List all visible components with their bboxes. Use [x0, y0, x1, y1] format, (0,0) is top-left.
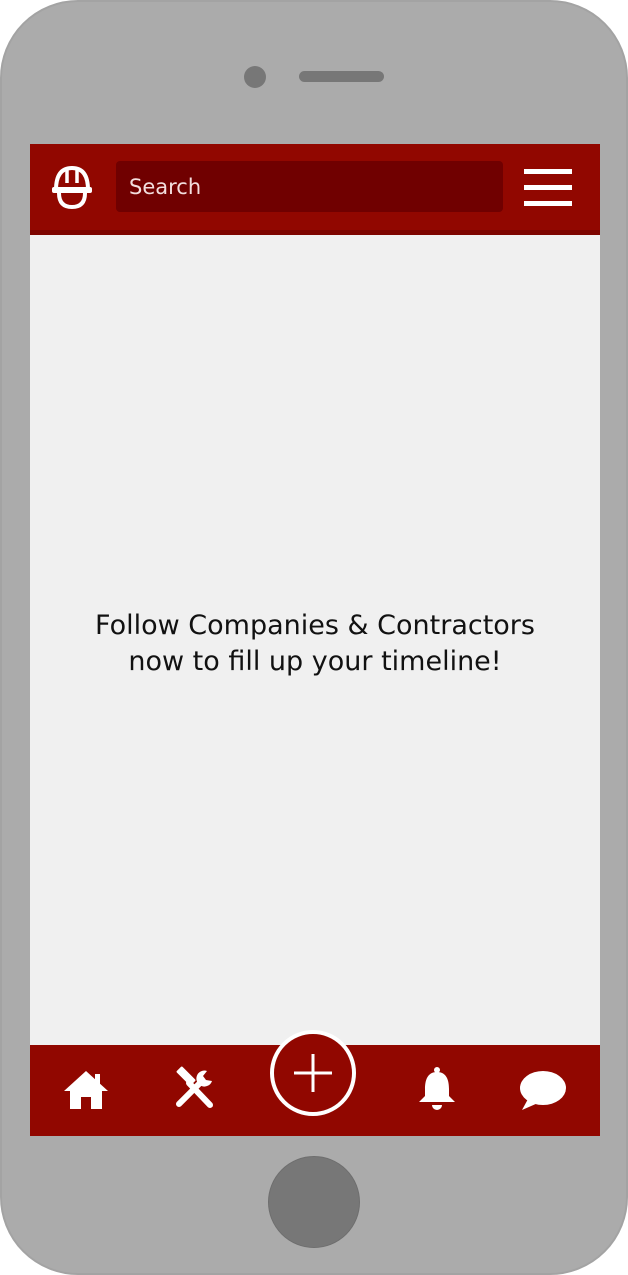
bell-icon[interactable] [413, 1065, 461, 1113]
chat-bubble-icon[interactable] [518, 1067, 566, 1115]
app-screen: Search Follow Companies & Contractors no… [30, 144, 600, 1136]
tools-icon[interactable] [170, 1065, 218, 1113]
plus-icon [294, 1054, 332, 1092]
phone-home-button[interactable] [268, 1156, 360, 1248]
menu-line [524, 169, 572, 174]
add-post-button[interactable] [270, 1030, 356, 1116]
home-icon[interactable] [62, 1067, 110, 1115]
phone-frame: Search Follow Companies & Contractors no… [0, 0, 628, 1275]
earpiece-speaker [299, 71, 384, 82]
top-app-bar: Search [30, 144, 600, 235]
search-input[interactable]: Search [116, 161, 503, 212]
empty-timeline-message: Follow Companies & Contractors now to fi… [30, 608, 600, 680]
hard-hat-icon[interactable] [50, 163, 94, 211]
menu-line [524, 201, 572, 206]
empty-message-line-1: Follow Companies & Contractors [95, 610, 535, 641]
search-placeholder: Search [129, 174, 202, 199]
front-camera [244, 66, 266, 88]
empty-message-line-2: now to fill up your timeline! [128, 646, 502, 677]
hamburger-menu-icon[interactable] [524, 169, 572, 207]
menu-line [524, 185, 572, 190]
